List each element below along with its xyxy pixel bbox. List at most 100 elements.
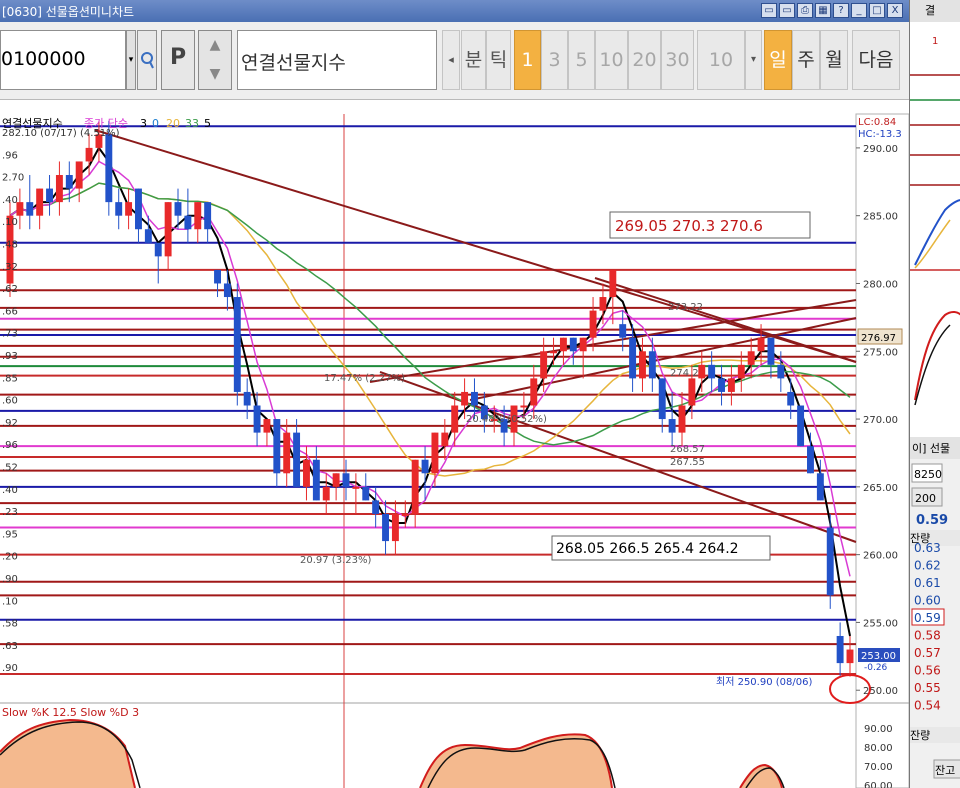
view-day-button[interactable]: 일: [764, 30, 792, 90]
candle-body: [352, 486, 360, 489]
code-dropdown-icon[interactable]: ▾: [126, 30, 136, 90]
ladder-price[interactable]: 0.63: [914, 541, 941, 555]
y-tick-label: 290.00: [863, 144, 898, 155]
candle-body: [214, 269, 221, 284]
candle-body: [184, 215, 192, 230]
p-button[interactable]: P: [161, 30, 195, 90]
scroll-left-icon[interactable]: ◂: [442, 30, 460, 90]
candle-body: [223, 283, 231, 298]
ladder-price[interactable]: 0.61: [914, 576, 941, 590]
view-month-button[interactable]: 월: [820, 30, 848, 90]
search-icon[interactable]: [137, 30, 157, 90]
candle-body: [579, 337, 587, 352]
ladder-price[interactable]: 0.62: [914, 559, 941, 573]
candle-body: [520, 405, 528, 408]
level-label: .93: [2, 351, 18, 362]
ladder-price[interactable]: 0.56: [914, 664, 941, 678]
annotation-268-57: 268.57: [670, 444, 705, 455]
ladder-price[interactable]: 0.60: [914, 594, 941, 608]
candle-body: [144, 229, 152, 243]
candle-body: [807, 446, 814, 474]
ladder-price[interactable]: 0.55: [914, 681, 941, 695]
level-label: .60: [2, 396, 18, 407]
change-text: -0.26: [864, 663, 888, 673]
count-select[interactable]: 10: [697, 30, 745, 90]
step-up-icon[interactable]: ▲: [199, 31, 231, 60]
minimize-button[interactable]: _: [851, 3, 867, 18]
candle-body: [125, 202, 133, 216]
level-label: .96: [2, 150, 18, 161]
window-button-print-icon[interactable]: ⎙: [797, 3, 813, 18]
ladder-price[interactable]: 0.58: [914, 629, 941, 643]
window-button-layout-icon[interactable]: ▭: [761, 3, 777, 18]
candle-body: [599, 297, 607, 311]
y-tick-label: 270.00: [863, 415, 898, 426]
period-button-10[interactable]: 10: [595, 30, 628, 90]
candle-body: [826, 527, 834, 596]
candle-body: [629, 337, 637, 379]
level-label: 2.70: [2, 173, 24, 184]
side-mini-label: 1: [932, 36, 938, 47]
step-down-icon[interactable]: ▼: [199, 60, 231, 89]
side-balance-button[interactable]: 잔고: [935, 764, 955, 777]
candle-body: [619, 324, 627, 338]
candle-body: [283, 432, 291, 474]
ladder-price[interactable]: 0.54: [914, 699, 941, 713]
candle-body: [678, 405, 686, 433]
period-button-20[interactable]: 20: [628, 30, 661, 90]
hc-label: HC:-13.3: [858, 129, 902, 140]
view-week-button[interactable]: 주: [792, 30, 820, 90]
candle-body: [550, 351, 557, 354]
period-button-5[interactable]: 5: [568, 30, 595, 90]
candle-body: [204, 202, 212, 230]
help-button[interactable]: ?: [833, 3, 849, 18]
maximize-button[interactable]: □: [869, 3, 885, 18]
candle-body: [559, 337, 567, 352]
price-chart[interactable]: 290.00 285.00 280.00 275.00 270.00 265.00 260.…: [0, 100, 909, 788]
y-tick-label: 265.00: [863, 483, 898, 494]
code-input[interactable]: 0100000: [0, 30, 126, 90]
y-tick-label: 255.00: [863, 618, 898, 629]
level-label: .85: [2, 373, 18, 384]
level-label: .48: [2, 240, 18, 251]
level-label: .66: [2, 306, 18, 317]
window-button-copy-icon[interactable]: ▭: [779, 3, 795, 18]
last-price-text: 253.00: [861, 651, 896, 662]
candle-body: [648, 351, 656, 379]
candle-body: [461, 391, 469, 406]
ladder-price[interactable]: 0.59: [914, 611, 941, 625]
candle-body: [609, 269, 617, 298]
instrument-name: 연결선물지수: [237, 30, 437, 90]
candle-body: [540, 351, 548, 379]
annotation-box-top: 269.05 270.3 270.6: [609, 211, 811, 239]
ladder-price[interactable]: 0.57: [914, 646, 941, 660]
candle-body: [688, 378, 696, 406]
close-button[interactable]: X: [887, 3, 903, 18]
period-button-30[interactable]: 30: [661, 30, 694, 90]
annotation-274-2: 274.2: [670, 368, 699, 379]
candle-body: [431, 432, 439, 474]
window-button-grid-icon[interactable]: ▦: [815, 3, 831, 18]
period-button-1[interactable]: 1: [514, 30, 541, 90]
annotation-20-97: 20.97 (3.23%): [300, 555, 371, 566]
candle-body: [303, 459, 310, 487]
annotation-low: 최저 250.90 (08/06): [716, 676, 812, 688]
unit-tick-button[interactable]: 틱: [486, 30, 511, 90]
stepper[interactable]: ▲ ▼: [198, 30, 232, 90]
level-label: .58: [2, 619, 18, 630]
side-current: 0.59: [916, 513, 948, 528]
chart-area[interactable]: 290.00 285.00 280.00 275.00 270.00 265.00 260.…: [0, 100, 909, 788]
candle-body: [293, 432, 301, 487]
unit-minute-button[interactable]: 분: [461, 30, 486, 90]
candle-body: [787, 391, 795, 406]
candle-body: [569, 337, 577, 352]
period-button-3[interactable]: 3: [541, 30, 568, 90]
level-label: .92: [2, 418, 18, 429]
y-tick-label: 285.00: [863, 212, 898, 223]
next-button[interactable]: 다음: [852, 30, 900, 90]
candle-body: [401, 513, 409, 516]
count-dropdown-icon[interactable]: ▾: [745, 30, 762, 90]
stochastic-tick: 60.00: [864, 781, 893, 788]
level-label: .96: [2, 440, 18, 451]
candle-body: [767, 337, 775, 365]
